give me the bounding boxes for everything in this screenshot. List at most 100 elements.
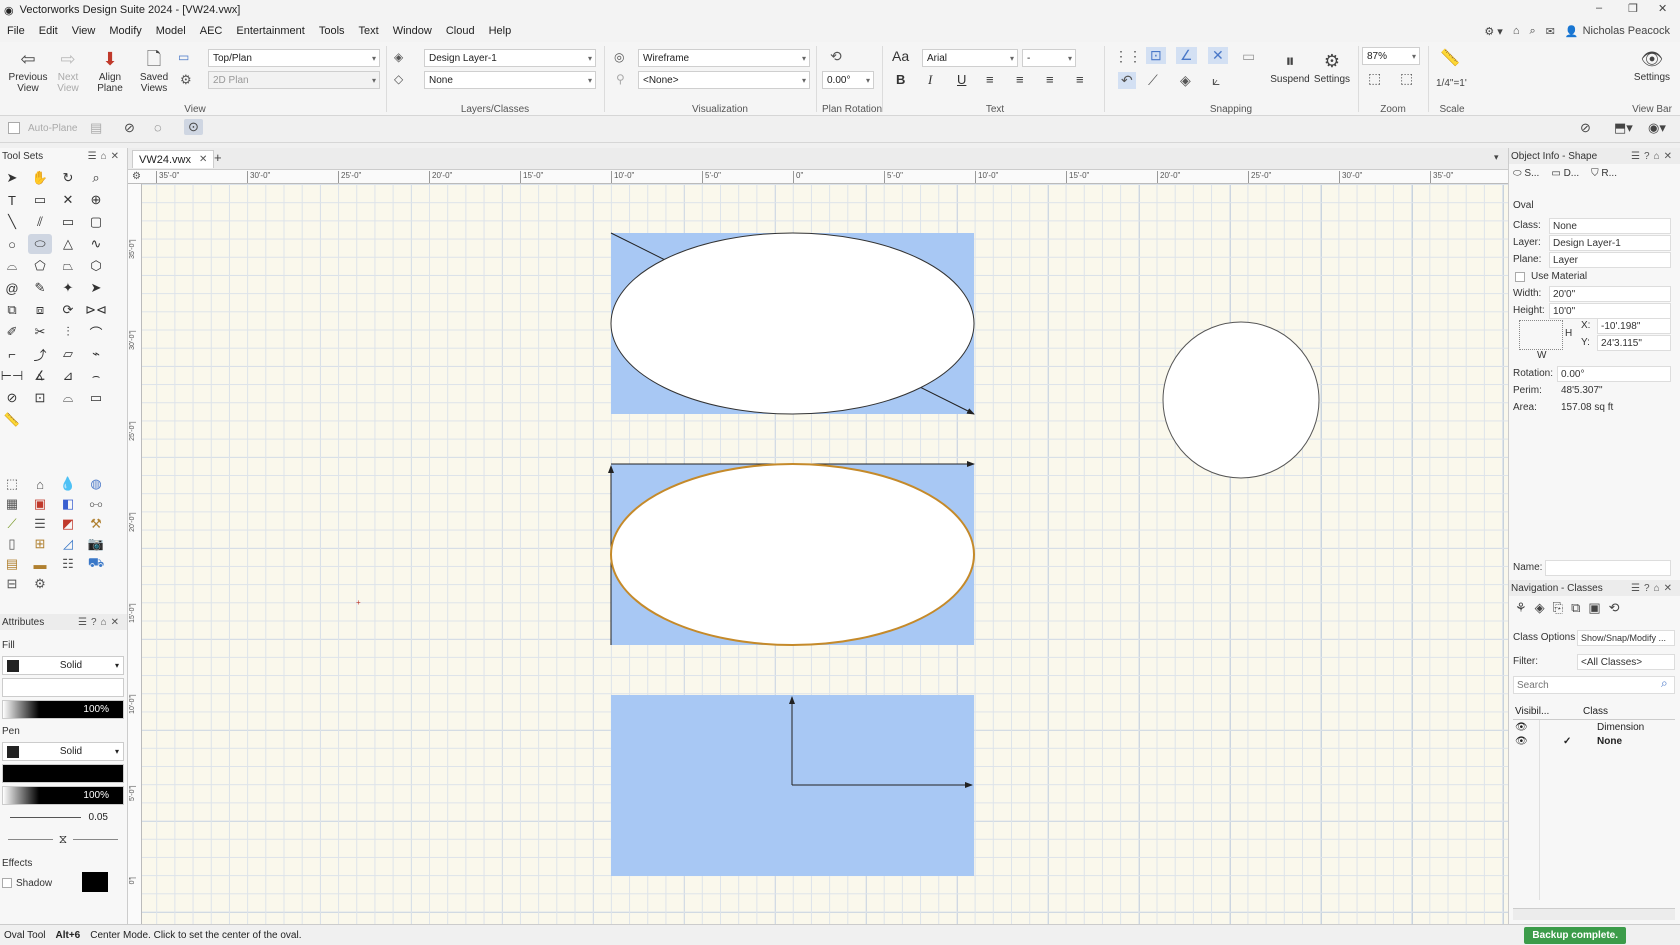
snap-intersection-icon[interactable]: ✕ — [1208, 47, 1228, 64]
menu-tools[interactable]: Tools — [312, 25, 352, 37]
reshape-tool[interactable]: ✐ — [0, 322, 24, 342]
palette-controls-icon[interactable]: ☰?⌂✕ — [1631, 151, 1676, 162]
visibility-off-icon[interactable]: ⊘ — [1580, 120, 1591, 136]
locus-tool[interactable]: ✕ — [56, 190, 80, 210]
toolset-detailing-icon[interactable]: ▦ — [0, 494, 24, 514]
search-icon[interactable]: ⌕ — [1529, 25, 1535, 38]
menu-cloud[interactable]: Cloud — [439, 25, 482, 37]
toolset-basic-icon[interactable]: ⬚ — [0, 474, 24, 494]
toolset-misc-icon[interactable]: ⊟ — [0, 574, 24, 594]
render-toggle-icon[interactable]: ◉▾ — [1648, 120, 1666, 136]
double-line-tool[interactable]: ⫽ — [28, 212, 52, 232]
toolset-truss-icon[interactable]: ⊞ — [28, 534, 52, 554]
toolset-spotlight-icon[interactable]: ◩ — [56, 514, 80, 534]
font-select[interactable]: Arial — [922, 49, 1018, 67]
radial-dimension-tool[interactable]: ⊘ — [0, 388, 24, 408]
circle-shape[interactable] — [1162, 321, 1320, 479]
drawing-canvas[interactable]: + — [142, 184, 1508, 924]
polygon-tool[interactable]: ⬠ — [28, 256, 52, 276]
fillet-tool[interactable]: ⌒ — [84, 322, 108, 342]
new-tab-icon[interactable]: + — [214, 150, 222, 165]
navigation-search-input[interactable] — [1513, 676, 1675, 694]
toolset-interior-icon[interactable]: ▣ — [28, 494, 52, 514]
shear-tool[interactable]: ▱ — [56, 344, 80, 364]
eye-icon[interactable]: 👁 — [1515, 722, 1528, 733]
underline-icon[interactable]: U — [957, 72, 966, 87]
height-field[interactable]: 10'0" — [1549, 303, 1671, 319]
mirror-tool[interactable]: ⊳⊲ — [84, 300, 108, 320]
horizontal-scrollbar[interactable] — [1513, 908, 1675, 920]
oval-mode-center-icon[interactable]: ⊙ — [184, 119, 203, 135]
snap-angle-icon[interactable]: ∠ — [1176, 47, 1197, 64]
dimension-tool[interactable]: ⊢⊣ — [0, 366, 24, 386]
toolset-cabinet-icon[interactable]: ▤ — [0, 554, 24, 574]
plane-icon[interactable]: ▤ — [90, 120, 102, 136]
render-mode-select[interactable]: Wireframe — [638, 49, 810, 67]
rounded-rectangle-tool[interactable]: ▢ — [84, 212, 108, 232]
layer-field[interactable]: Design Layer-1 — [1549, 235, 1671, 251]
menu-text[interactable]: Text — [352, 25, 386, 37]
toolset-vehicle-icon[interactable]: ⛟ — [84, 554, 108, 574]
saved-views-button[interactable]: 🗋 Saved Views — [134, 46, 174, 95]
close-icon[interactable]: ✕ — [1658, 2, 1667, 15]
viewbar-settings-button[interactable]: 👁 Settings — [1630, 46, 1674, 84]
table-row[interactable]: 👁 Dimension — [1513, 722, 1675, 736]
home-icon[interactable]: ⌂ — [1513, 25, 1520, 37]
shadow-checkbox[interactable] — [2, 878, 12, 888]
x-field[interactable]: -10'.198" — [1597, 318, 1671, 334]
fill-opacity-slider[interactable]: 100% — [2, 700, 124, 719]
palette-controls-icon[interactable]: ☰?⌂✕ — [78, 617, 123, 628]
arc-length-tool[interactable]: ⌢ — [84, 366, 108, 386]
eye-icon[interactable]: 👁 — [1515, 736, 1528, 747]
suspend-button[interactable]: ⏸ Suspend — [1268, 48, 1312, 86]
pen-opacity-slider[interactable]: 100% — [2, 786, 124, 805]
split-tool[interactable]: ⫶ — [56, 322, 80, 342]
toolset-site-icon[interactable]: 💧 — [56, 474, 80, 494]
menu-file[interactable]: File — [0, 25, 32, 37]
view-cube-icon[interactable]: ⬒▾ — [1614, 120, 1633, 136]
oval-middle[interactable] — [610, 463, 975, 646]
toolset-rigging-icon[interactable]: ⧟ — [84, 494, 108, 514]
minimize-icon[interactable]: – — [1596, 2, 1602, 14]
auto-plane-checkbox[interactable] — [8, 122, 20, 134]
callout-tool[interactable]: ▭ — [28, 190, 52, 210]
use-material-checkbox[interactable] — [1515, 272, 1525, 282]
rotation-field[interactable]: 0.00° — [1557, 366, 1671, 382]
viewports-icon[interactable]: ⧉ — [1571, 600, 1580, 616]
oval-mode-corner-icon[interactable]: ◌ — [154, 120, 162, 135]
tape-measure-tool[interactable]: 📏 — [0, 410, 24, 430]
y-field[interactable]: 24'3.115" — [1597, 335, 1671, 351]
menu-help[interactable]: Help — [482, 25, 519, 37]
user-name[interactable]: Nicholas Peacock — [1583, 25, 1670, 37]
toolset-lighting-icon[interactable]: ◧ — [56, 494, 80, 514]
selection-tool[interactable]: ➤ — [0, 168, 24, 188]
section-tool[interactable]: ⌓ — [56, 388, 80, 408]
filter-select[interactable]: <All Classes> — [1577, 654, 1675, 670]
view-select[interactable]: Top/Plan — [208, 49, 380, 67]
palette-controls-icon[interactable]: ☰?⌂✕ — [1631, 583, 1676, 594]
align-right-icon[interactable]: ≡ — [1046, 72, 1054, 87]
fit-to-page-icon[interactable]: ⬚ — [1400, 70, 1413, 87]
tabs-menu-icon[interactable]: ▾ — [1494, 152, 1499, 163]
toolset-door-icon[interactable]: ▯ — [0, 534, 24, 554]
rotate-tool[interactable]: ⟳ — [56, 300, 80, 320]
col-class[interactable]: Class — [1583, 706, 1608, 717]
attribute-mapping-tool[interactable]: ✦ — [56, 278, 80, 298]
snap-grid-icon[interactable]: ⋮⋮ — [1114, 48, 1142, 65]
classes-icon[interactable]: ⚘ — [1515, 600, 1527, 616]
snap-distance-icon[interactable]: ↶ — [1118, 72, 1136, 89]
spiral-tool[interactable]: @ — [0, 278, 24, 298]
resize-tool[interactable]: ⧉ — [0, 300, 24, 320]
justify-icon[interactable]: ≡ — [1076, 72, 1084, 87]
menu-window[interactable]: Window — [386, 25, 439, 37]
pen-color-swatch[interactable] — [7, 745, 19, 758]
tab-data[interactable]: ▭ D... — [1551, 168, 1579, 179]
toolset-camera-icon[interactable]: 📷 — [84, 534, 108, 554]
previous-view-button[interactable]: ⇦ Previous View — [6, 46, 50, 95]
width-field[interactable]: 20'0" — [1549, 286, 1671, 302]
fill-style-select[interactable]: Solid ▾ — [2, 656, 124, 675]
toolset-bench-icon[interactable]: ▬ — [28, 554, 52, 574]
render-select[interactable]: 2D Plan — [208, 71, 380, 89]
toolset-gears-icon[interactable]: ⚙ — [28, 574, 52, 594]
col-visibility[interactable]: Visibil... — [1515, 706, 1549, 717]
